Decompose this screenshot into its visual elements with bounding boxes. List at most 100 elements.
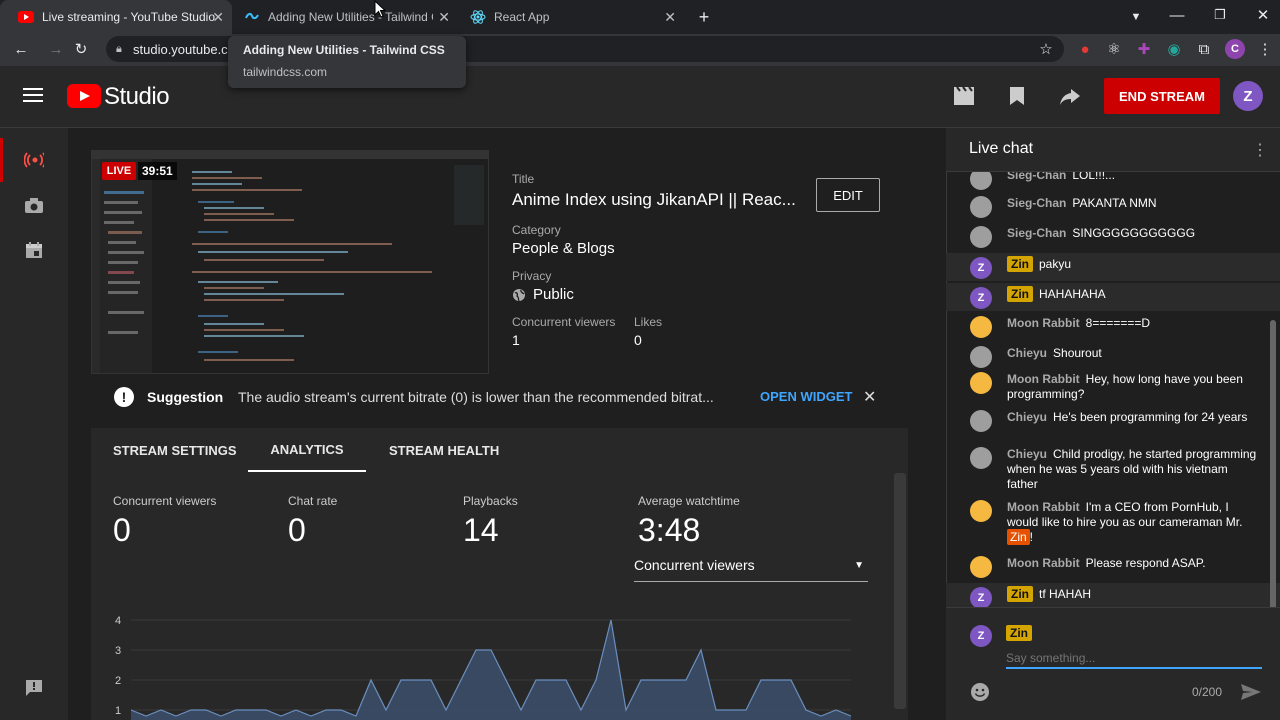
chat-author[interactable]: Moon Rabbit <box>1007 316 1080 330</box>
chat-message-input[interactable] <box>1006 649 1262 669</box>
chat-more-icon[interactable]: ⋮ <box>1252 140 1268 160</box>
extension-icon[interactable]: ● <box>1074 38 1096 60</box>
chat-message[interactable]: Sieg-Chan PAKANTA NMN <box>946 192 1280 220</box>
chat-author[interactable]: Chieyu <box>1007 346 1047 360</box>
end-stream-button[interactable]: END STREAM <box>1104 78 1220 114</box>
extension-react-icon[interactable]: ⚛ <box>1103 38 1125 60</box>
live-chat-title: Live chat <box>969 140 1034 157</box>
chat-message[interactable]: Chieyu Shourout <box>946 342 1280 370</box>
chat-author[interactable]: Zin <box>1007 286 1033 302</box>
chat-author[interactable]: Sieg-Chan <box>1007 172 1066 182</box>
chat-message[interactable]: Moon Rabbit 8=======D <box>946 312 1280 340</box>
close-tab-icon[interactable]: ✕ <box>212 9 224 26</box>
extension-icon[interactable]: ✚ <box>1133 38 1155 60</box>
chat-author[interactable]: Moon Rabbit <box>1007 372 1080 386</box>
dismiss-suggestion-icon[interactable]: ✕ <box>863 387 876 407</box>
tab-search-icon[interactable]: ▼ <box>1125 6 1147 28</box>
chat-text: Shourout <box>1053 346 1102 360</box>
chat-message[interactable]: Moon Rabbit Please respond ASAP. <box>946 552 1280 580</box>
back-icon[interactable]: ← <box>10 38 32 60</box>
restore-icon[interactable]: ❐ <box>1209 4 1231 26</box>
chart-y-tick-label: 2 <box>115 675 121 687</box>
chevron-down-icon: ▼ <box>854 560 864 571</box>
more-menu-icon[interactable]: ⋮ <box>1254 38 1276 60</box>
chat-author[interactable]: Sieg-Chan <box>1007 226 1066 240</box>
chat-message[interactable]: Moon Rabbit I'm a CEO from PornHub, I wou… <box>946 496 1280 549</box>
chat-author[interactable]: Sieg-Chan <box>1007 196 1066 210</box>
chat-message[interactable]: Moon Rabbit Hey, how long have you been p… <box>946 368 1280 406</box>
chat-text: tf HAHAH <box>1039 587 1092 601</box>
chat-avatar <box>970 226 992 248</box>
chat-message[interactable]: Chieyu He's been programming for 24 years <box>946 406 1280 444</box>
main-scrollbar[interactable] <box>894 473 906 709</box>
chat-scrollbar-thumb[interactable] <box>1270 320 1276 610</box>
chat-avatar <box>970 372 992 394</box>
send-icon[interactable] <box>1240 682 1262 702</box>
minimize-icon[interactable]: — <box>1166 4 1188 26</box>
tooltip-domain: tailwindcss.com <box>243 65 328 79</box>
tab-title: Live streaming - YouTube Studio <box>42 10 215 24</box>
emoji-icon[interactable] <box>970 682 990 702</box>
hamburger-menu-icon[interactable] <box>23 86 45 104</box>
tooltip-title: Adding New Utilities - Tailwind CSS <box>243 43 445 57</box>
tab-analytics[interactable]: ANALYTICS <box>248 428 366 472</box>
url-text: studio.youtube.c <box>133 41 228 57</box>
chat-user-avatar: Z <box>970 625 992 647</box>
new-tab-icon[interactable]: + <box>693 6 715 28</box>
reload-icon[interactable]: ↻ <box>70 38 92 60</box>
stream-duration: 39:51 <box>138 162 177 180</box>
chat-author[interactable]: Chieyu <box>1007 447 1047 461</box>
chat-message[interactable]: Chieyu Child prodigy, he started programm… <box>946 443 1280 496</box>
camera-icon[interactable] <box>24 195 44 215</box>
chat-message[interactable]: Sieg-Chan LOL!!!... <box>946 172 1280 192</box>
edit-button[interactable]: EDIT <box>816 178 880 212</box>
tab-stream-settings[interactable]: STREAM SETTINGS <box>113 428 237 472</box>
chat-username-badge: Zin <box>1006 625 1032 641</box>
chat-message[interactable]: Z Zin HAHAHAHA <box>946 283 1280 311</box>
chart-area-fill <box>131 620 851 720</box>
stat-label: Concurrent viewers <box>113 494 217 508</box>
close-tab-icon[interactable]: ✕ <box>438 9 450 26</box>
live-broadcast-icon[interactable] <box>24 150 44 170</box>
forward-icon[interactable]: → <box>45 38 67 60</box>
chat-avatar <box>970 316 992 338</box>
bookmark-icon[interactable] <box>1008 86 1026 106</box>
category-value: People & Blogs <box>512 240 615 257</box>
close-window-icon[interactable]: ✕ <box>1252 4 1274 26</box>
close-tab-icon[interactable]: ✕ <box>664 9 676 26</box>
calendar-icon[interactable] <box>24 240 44 260</box>
profile-avatar[interactable]: C <box>1225 39 1245 59</box>
likes-label: Likes <box>634 315 663 329</box>
tab-stream-health[interactable]: STREAM HEALTH <box>389 428 499 472</box>
chat-message-list[interactable]: Sieg-Chan LOL!!!... Sieg-Chan PAKANTA NMN Si… <box>946 172 1280 607</box>
stat-value: 3:48 <box>638 512 701 548</box>
extensions-puzzle-icon[interactable]: ⧉ <box>1193 38 1215 60</box>
chat-text: PAKANTA NMN <box>1072 196 1157 210</box>
chat-author[interactable]: Moon Rabbit <box>1007 556 1080 570</box>
account-avatar[interactable]: Z <box>1233 81 1263 111</box>
youtube-logo-icon[interactable] <box>67 84 101 108</box>
tab-react-app[interactable]: React App ✕ <box>452 0 684 34</box>
chat-author[interactable]: Chieyu <box>1007 410 1047 424</box>
chat-message[interactable]: Z Zin tf HAHAH <box>946 583 1280 607</box>
feedback-icon[interactable] <box>24 678 44 698</box>
chat-author[interactable]: Zin <box>1007 586 1033 602</box>
share-icon[interactable] <box>1059 86 1081 106</box>
chat-message[interactable]: Z Zin pakyu <box>946 253 1280 281</box>
tab-title: React App <box>494 10 550 24</box>
tab-tailwind[interactable]: Adding New Utilities - Tailwind C ✕ <box>226 0 458 34</box>
tab-youtube-studio[interactable]: Live streaming - YouTube Studio ✕ <box>0 0 232 34</box>
chat-author[interactable]: Moon Rabbit <box>1007 500 1080 514</box>
open-widget-button[interactable]: OPEN WIDGET <box>760 389 852 404</box>
youtube-favicon-icon <box>18 9 34 25</box>
metric-dropdown[interactable]: Concurrent viewers ▼ <box>634 554 868 582</box>
extension-icon[interactable]: ◉ <box>1163 38 1185 60</box>
analytics-panel: Concurrent viewers 0 Chat rate 0 Playbac… <box>91 472 908 720</box>
chat-author[interactable]: Zin <box>1007 256 1033 272</box>
chat-message[interactable]: Sieg-Chan SINGGGGGGGGGGG <box>946 222 1280 250</box>
bookmark-star-icon[interactable]: ☆ <box>1035 38 1057 60</box>
stream-preview-thumbnail[interactable] <box>91 150 489 374</box>
clapperboard-icon[interactable] <box>953 86 975 106</box>
warning-icon: ! <box>114 387 134 407</box>
stat-value: 0 <box>288 512 306 548</box>
